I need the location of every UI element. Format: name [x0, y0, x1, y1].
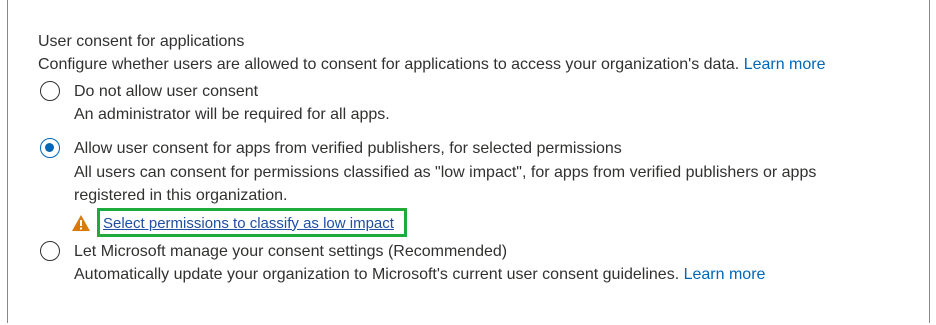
radio-verified-publishers[interactable] — [40, 138, 60, 158]
section-description-row: Configure whether users are allowed to c… — [38, 53, 928, 76]
section-title: User consent for applications — [38, 33, 245, 50]
radio-microsoft-managed[interactable] — [40, 241, 60, 261]
option-label: Let Microsoft manage your consent settin… — [74, 243, 508, 260]
option-microsoft-managed[interactable]: Let Microsoft manage your consent settin… — [38, 240, 928, 286]
user-consent-section: User consent for applications Configure … — [38, 30, 928, 286]
warning-icon — [72, 214, 90, 231]
classify-permissions-link[interactable]: Select permissions to classify as low im… — [103, 215, 394, 232]
option-description-line-1: All users can consent for permissions cl… — [74, 164, 817, 181]
settings-panel: User consent for applications Configure … — [7, 0, 930, 323]
warning-row: Select permissions to classify as low im… — [71, 208, 928, 237]
option-do-not-allow[interactable]: Do not allow user consent An administrat… — [38, 80, 928, 126]
option-label: Do not allow user consent — [74, 83, 259, 100]
option-description: An administrator will be required for al… — [74, 106, 390, 123]
option-verified-publishers[interactable]: Allow user consent for apps from verifie… — [38, 137, 928, 237]
option-description-line-2: registered in this organization. — [74, 187, 288, 204]
option-description-row: Automatically update your organization t… — [74, 263, 928, 286]
radio-do-not-allow[interactable] — [40, 81, 60, 101]
learn-more-link[interactable]: Learn more — [744, 56, 826, 73]
section-description: Configure whether users are allowed to c… — [38, 56, 740, 73]
option-label: Allow user consent for apps from verifie… — [74, 140, 622, 157]
learn-more-link[interactable]: Learn more — [684, 266, 766, 283]
highlighted-link-box: Select permissions to classify as low im… — [97, 208, 407, 237]
option-description: Automatically update your organization t… — [74, 266, 680, 283]
